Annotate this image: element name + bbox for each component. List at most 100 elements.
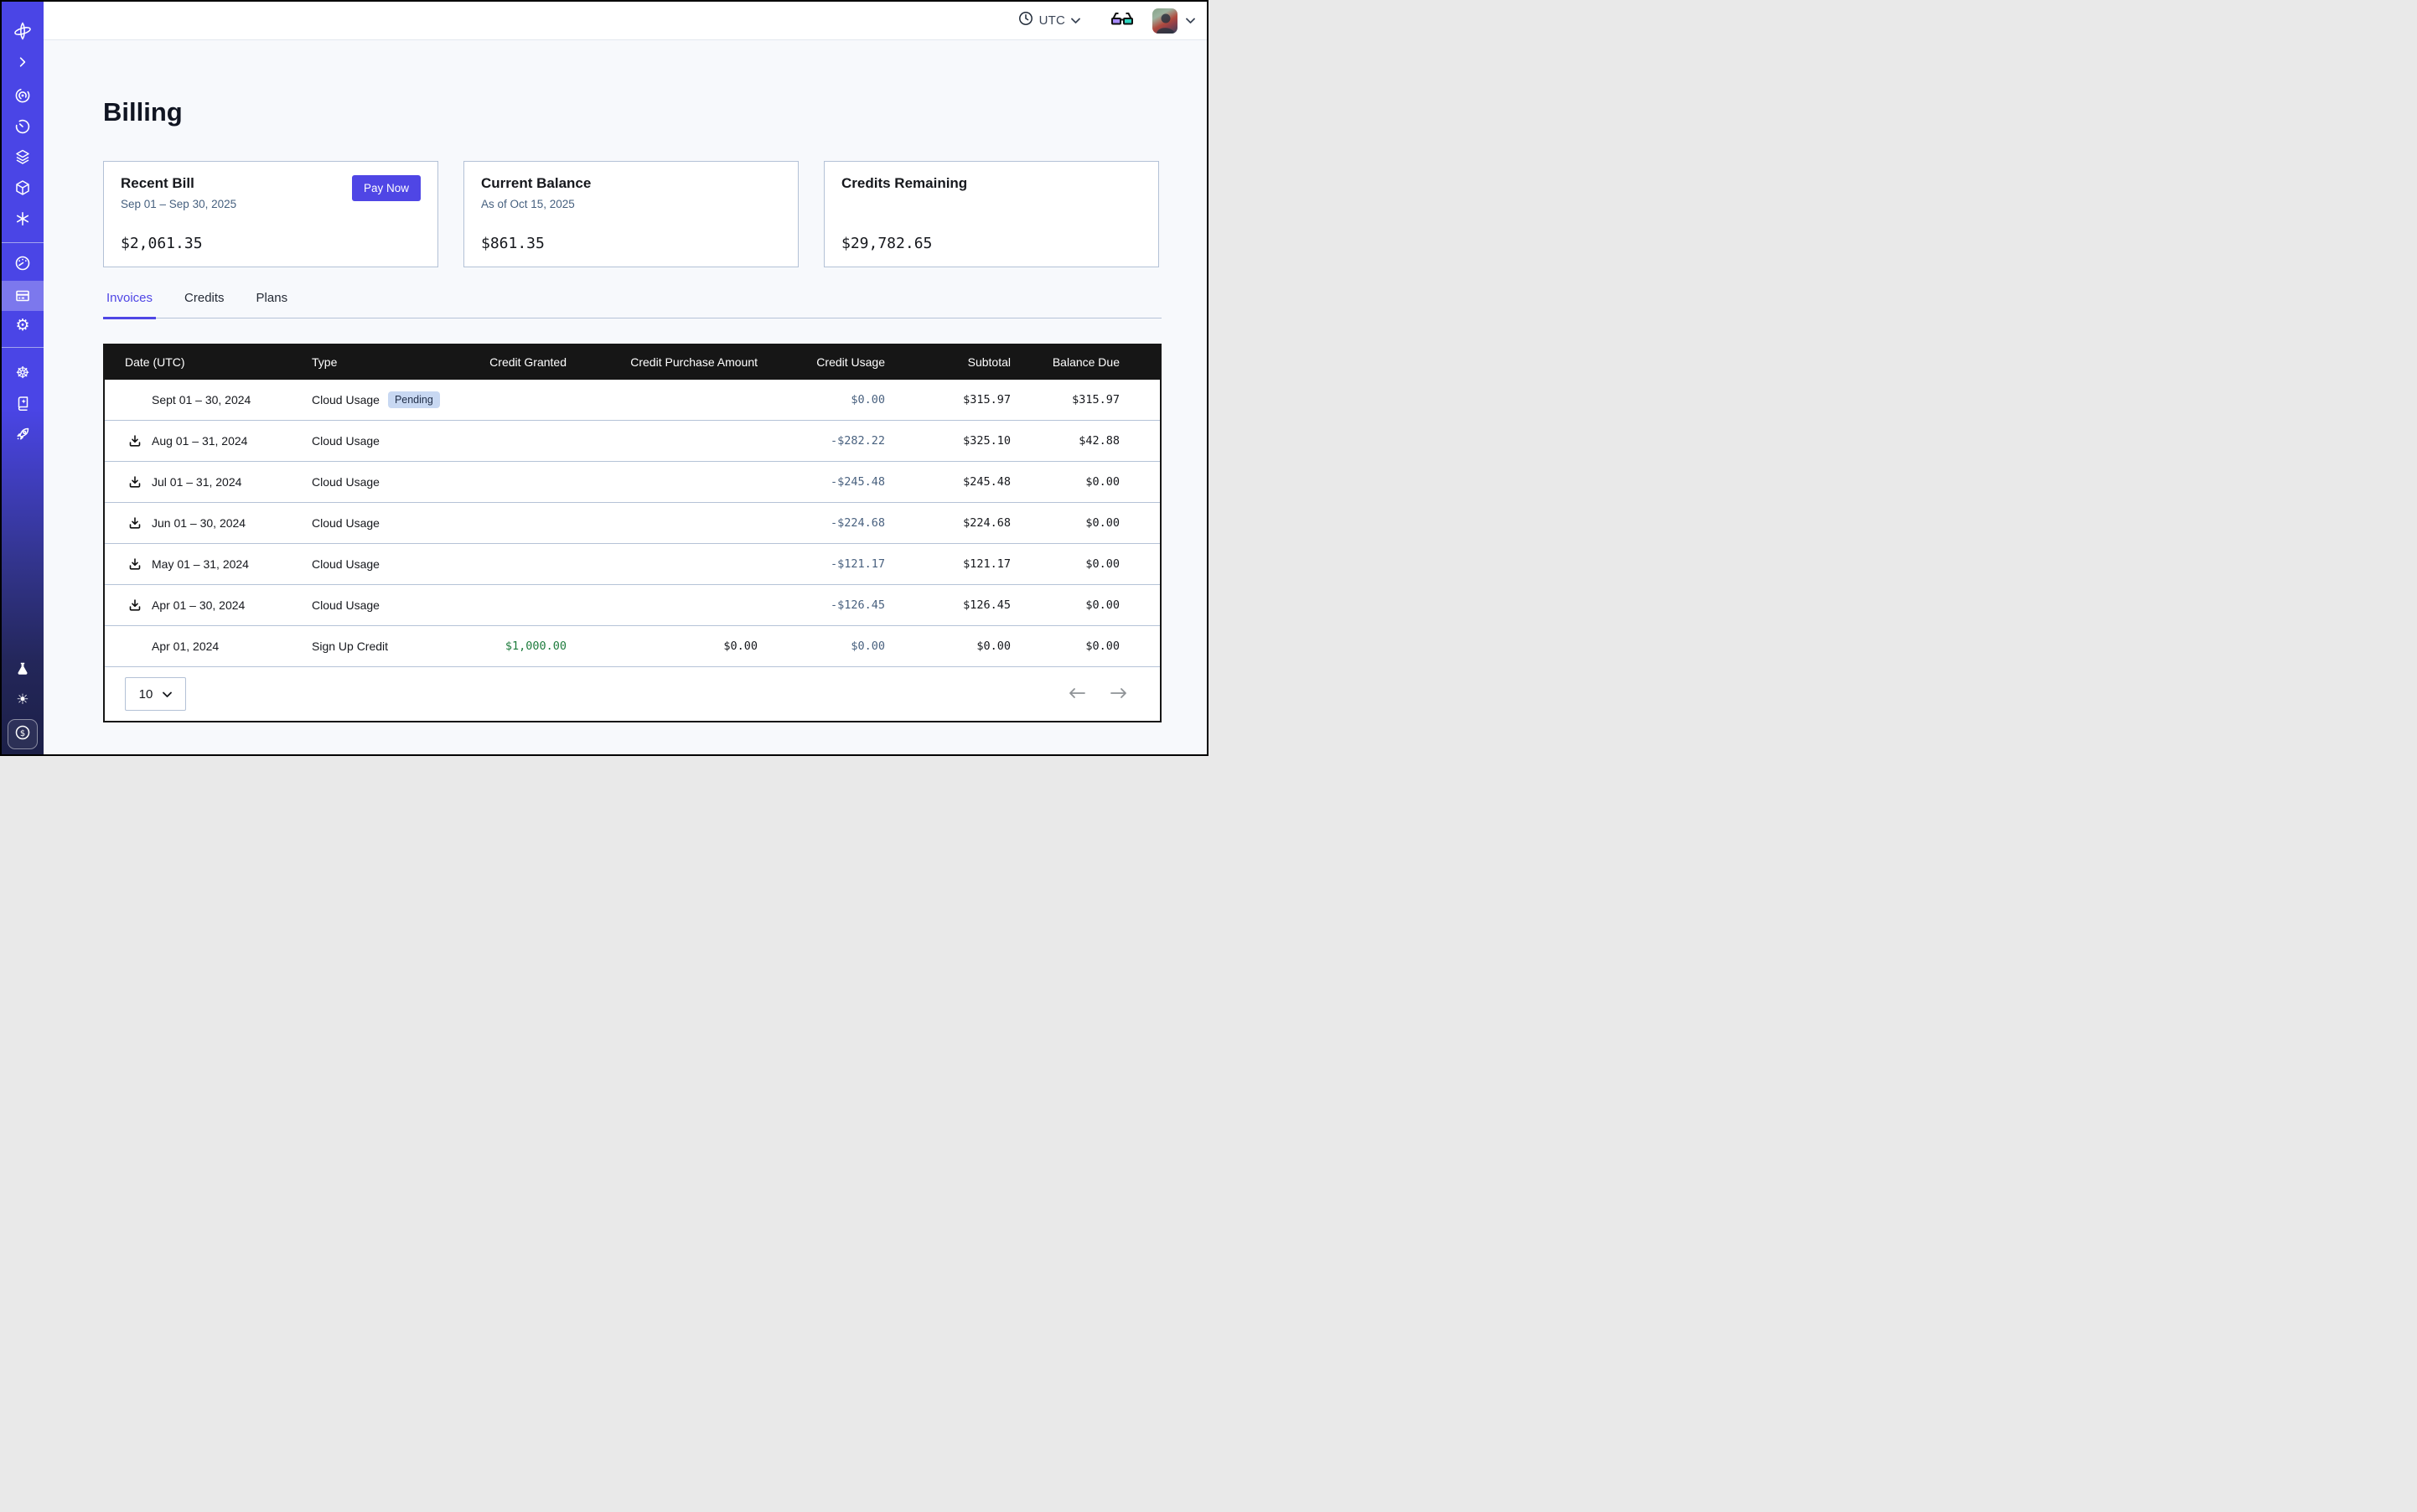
- invoice-type: Cloud Usage: [312, 557, 380, 571]
- credits-button[interactable]: $: [8, 719, 38, 749]
- cell-usage: -$282.22: [758, 421, 885, 462]
- cell-purchase: [567, 544, 758, 585]
- current-balance-amount: $861.35: [481, 235, 545, 252]
- next-page-button[interactable]: [1110, 686, 1128, 702]
- logo-orbit-icon: [13, 22, 32, 40]
- invoice-date: Apr 01, 2024: [152, 639, 219, 653]
- download-invoice-button[interactable]: [128, 475, 142, 489]
- sidebar-item-launch[interactable]: [2, 420, 44, 448]
- sidebar-item-theme[interactable]: ☀: [2, 686, 44, 714]
- sidebar-divider: [2, 242, 44, 243]
- app-logo[interactable]: [2, 17, 44, 45]
- download-invoice-button[interactable]: [128, 516, 142, 530]
- invoice-type: Cloud Usage: [312, 598, 380, 612]
- cell-purchase: [567, 421, 758, 462]
- download-invoice-button[interactable]: [128, 434, 142, 448]
- cell-granted: [463, 503, 567, 544]
- chevron-right-icon: [16, 55, 29, 69]
- user-avatar[interactable]: [1152, 8, 1177, 34]
- asterisk-icon: [15, 211, 30, 226]
- book-sparkle-icon: [14, 395, 31, 412]
- download-placeholder: [128, 639, 142, 653]
- sidebar-item-cube[interactable]: [2, 173, 44, 202]
- billing-tabs: Invoices Credits Plans: [103, 291, 1162, 318]
- sidebar-expand-button[interactable]: [2, 48, 44, 76]
- cell-balance: $42.88: [1011, 421, 1160, 462]
- 3d-glasses-icon: [1110, 11, 1134, 30]
- cell-subtotal: $126.45: [885, 585, 1011, 626]
- sun-icon: ☀: [16, 693, 28, 707]
- cell-balance: $0.00: [1011, 544, 1160, 585]
- flask-icon: [14, 660, 31, 677]
- cell-purchase: [567, 585, 758, 626]
- timezone-selector[interactable]: UTC: [1018, 11, 1080, 30]
- invoice-date: Sept 01 – 30, 2024: [152, 393, 251, 406]
- download-invoice-button[interactable]: [128, 598, 142, 612]
- cell-usage: -$224.68: [758, 503, 885, 544]
- sidebar-item-timer[interactable]: [2, 112, 44, 141]
- table-header-row: Date (UTC)TypeCredit GrantedCredit Purch…: [105, 344, 1160, 380]
- cell-granted: [463, 585, 567, 626]
- table-row: Apr 01, 2024 Sign Up Credit $1,000.00 $0.00…: [105, 626, 1160, 667]
- sidebar-item-helm[interactable]: ☸: [2, 359, 44, 387]
- cell-subtotal: $0.00: [885, 626, 1011, 667]
- helm-icon: ☸: [15, 365, 29, 381]
- sidebar-item-labs[interactable]: [2, 655, 44, 683]
- download-invoice-button[interactable]: [128, 557, 142, 571]
- tab-invoices[interactable]: Invoices: [103, 291, 156, 319]
- table-row: May 01 – 31, 2024 Cloud Usage -$121.17$121…: [105, 544, 1160, 585]
- demo-mode-button[interactable]: [1110, 11, 1134, 30]
- billing-page: ⚙ ☸: [0, 0, 1208, 756]
- topbar: UTC: [44, 2, 1207, 40]
- cell-subtotal: $121.17: [885, 544, 1011, 585]
- sidebar-item-usage[interactable]: [2, 249, 44, 277]
- invoice-type: Sign Up Credit: [312, 639, 388, 653]
- column-header: Credit Purchase Amount: [567, 344, 758, 380]
- download-icon: [128, 598, 142, 612]
- column-header: Type: [312, 344, 463, 380]
- page-size-value: 10: [139, 687, 153, 702]
- invoice-table: Date (UTC)TypeCredit GrantedCredit Purch…: [105, 344, 1160, 666]
- cell-balance: $0.00: [1011, 503, 1160, 544]
- download-icon: [128, 516, 142, 530]
- cube-icon: [14, 179, 31, 196]
- sidebar-item-billing[interactable]: [2, 281, 44, 311]
- cell-usage: -$121.17: [758, 544, 885, 585]
- sidebar-item-settings[interactable]: ⚙: [2, 311, 44, 339]
- column-header: Credit Granted: [463, 344, 567, 380]
- tab-plans[interactable]: Plans: [253, 291, 292, 318]
- page-title: Billing: [103, 99, 1207, 125]
- card-title: Credits Remaining: [841, 175, 1141, 192]
- cell-purchase: [567, 380, 758, 421]
- gauge-icon: [14, 255, 31, 272]
- previous-page-button[interactable]: [1068, 686, 1086, 702]
- chevron-down-icon: [1186, 13, 1195, 28]
- tab-credits[interactable]: Credits: [181, 291, 228, 318]
- invoice-date: May 01 – 31, 2024: [152, 557, 249, 571]
- page-size-select[interactable]: 10: [125, 677, 186, 711]
- table-row: Aug 01 – 31, 2024Cloud Usage-$282.22$325…: [105, 421, 1160, 462]
- timezone-label: UTC: [1039, 13, 1065, 28]
- pagination-bar: 10: [105, 666, 1160, 721]
- invoice-type: Cloud Usage: [312, 393, 380, 406]
- sidebar-item-asterisk[interactable]: [2, 205, 44, 233]
- invoice-type: Cloud Usage: [312, 516, 380, 530]
- sidebar-item-docs[interactable]: [2, 389, 44, 417]
- invoice-date: Jun 01 – 30, 2024: [152, 516, 246, 530]
- sidebar-item-iris[interactable]: [2, 81, 44, 110]
- table-row: Apr 01 – 30, 2024Cloud Usage-$126.45$126…: [105, 585, 1160, 626]
- cell-usage: -$126.45: [758, 585, 885, 626]
- sidebar-item-layers[interactable]: [2, 142, 44, 171]
- cell-granted: $1,000.00: [463, 626, 567, 667]
- cell-usage: -$245.48: [758, 462, 885, 503]
- cell-subtotal: $224.68: [885, 503, 1011, 544]
- main-content: Billing Recent Bill Sep 01 – Sep 30, 202…: [44, 40, 1207, 754]
- cell-granted: [463, 544, 567, 585]
- user-menu-button[interactable]: [1186, 13, 1195, 28]
- invoice-date: Aug 01 – 31, 2024: [152, 434, 247, 448]
- layers-icon: [14, 148, 31, 165]
- dollar-badge-icon: $: [13, 723, 32, 746]
- summary-cards: Recent Bill Sep 01 – Sep 30, 2025 $2,061…: [103, 161, 1162, 267]
- pay-now-button[interactable]: Pay Now: [352, 175, 421, 201]
- column-header: Date (UTC): [105, 344, 312, 380]
